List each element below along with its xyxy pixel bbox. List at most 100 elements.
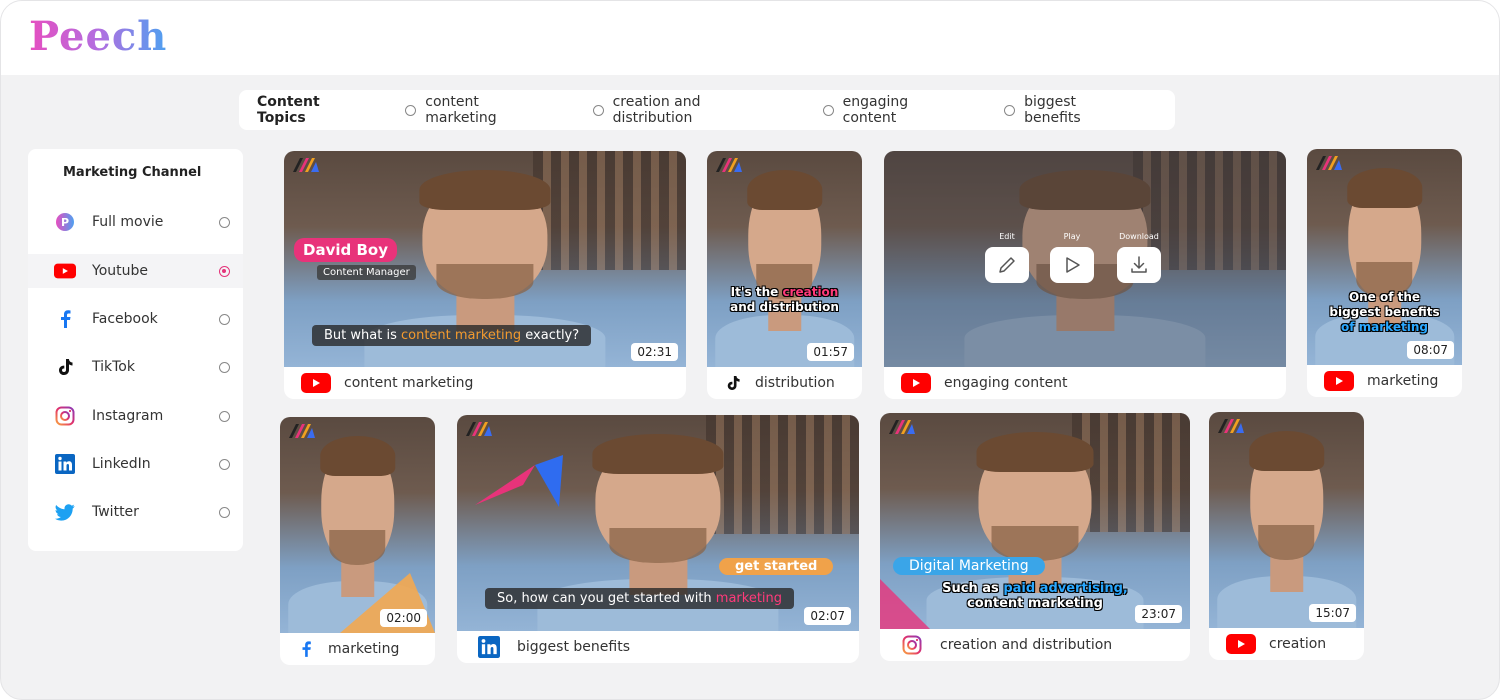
video-footer: marketing <box>280 633 435 665</box>
topic-label: biggest benefits <box>1024 94 1081 126</box>
topic-biggest-benefits[interactable]: biggest benefits <box>1004 94 1137 126</box>
youtube-icon <box>900 373 932 393</box>
download-icon <box>1131 256 1147 273</box>
twitter-icon <box>54 501 76 523</box>
peech-logo[interactable]: Peech <box>29 13 167 60</box>
video-footer: engaging content <box>884 367 1286 399</box>
video-caption: It's the creation and distribution <box>730 285 839 314</box>
topic-content-marketing[interactable]: content marketing <box>405 94 554 126</box>
radio-icon[interactable] <box>1004 104 1016 116</box>
content-topics-title: Content Topics <box>257 94 320 126</box>
channel-item-twitter[interactable]: Twitter <box>28 495 243 529</box>
speaker-image <box>1216 429 1357 628</box>
tiktok-icon <box>54 356 76 378</box>
radio-icon[interactable] <box>219 458 230 470</box>
video-title: marketing <box>328 641 400 657</box>
video-thumbnail[interactable]: get started So, how can you get started … <box>457 415 859 631</box>
video-thumbnail[interactable]: One of the biggest benefits of marketing 0… <box>1307 149 1462 365</box>
video-card[interactable]: David Boy Content Manager But what is co… <box>284 151 686 399</box>
video-thumbnail[interactable]: 15:07 <box>1209 412 1364 628</box>
download-button[interactable] <box>1117 247 1161 283</box>
topic-label: content marketing <box>425 94 497 126</box>
edit-action[interactable]: Edit <box>985 232 1029 283</box>
video-card[interactable]: 15:07 creation <box>1209 412 1364 660</box>
topic-tag: Digital Marketing <box>893 557 1045 575</box>
radio-icon[interactable] <box>592 104 604 116</box>
video-title: engaging content <box>944 375 1068 391</box>
radio-icon[interactable] <box>219 216 230 228</box>
video-duration: 23:07 <box>1135 605 1182 623</box>
video-thumbnail[interactable]: Digital Marketing Such as paid advertisi… <box>880 413 1190 629</box>
youtube-icon <box>54 260 76 282</box>
video-footer: creation <box>1209 628 1364 660</box>
video-caption: One of the biggest benefits of marketing <box>1329 290 1440 334</box>
radio-icon[interactable] <box>219 313 230 325</box>
content-topics-bar: Content Topics content marketing creatio… <box>239 90 1175 130</box>
video-duration: 01:57 <box>807 343 854 361</box>
facebook-icon <box>296 641 316 657</box>
play-button[interactable] <box>1050 247 1094 283</box>
play-action[interactable]: Play <box>1050 232 1094 283</box>
marketing-channel-sidebar: Marketing Channel P Full movie Youtube F… <box>28 149 243 551</box>
video-thumbnail[interactable]: Edit Play Download <box>884 151 1286 367</box>
sidebar-title: Marketing Channel <box>63 165 202 180</box>
topic-creation-and-distribution[interactable]: creation and distribution <box>592 94 785 126</box>
video-duration: 02:00 <box>380 609 427 627</box>
channel-item-linkedin[interactable]: LinkedIn <box>28 447 243 481</box>
video-card[interactable]: get started So, how can you get started … <box>457 415 859 663</box>
brand-mark-icon <box>716 158 742 172</box>
channel-label: Instagram <box>92 408 164 424</box>
radio-icon[interactable] <box>219 361 230 373</box>
channel-label: Facebook <box>92 311 158 327</box>
radio-icon[interactable] <box>219 506 230 518</box>
topic-label: creation and distribution <box>612 94 701 126</box>
top-bar: Peech <box>1 1 1499 75</box>
video-duration: 02:31 <box>631 343 678 361</box>
channel-item-facebook[interactable]: Facebook <box>28 302 243 336</box>
topic-label: engaging content <box>842 94 909 126</box>
video-footer: content marketing <box>284 367 686 399</box>
topic-engaging-content[interactable]: engaging content <box>822 94 966 126</box>
video-card[interactable]: One of the biggest benefits of marketing 0… <box>1307 149 1462 397</box>
topic-tag: get started <box>719 558 834 575</box>
download-action[interactable]: Download <box>1117 232 1161 283</box>
play-icon <box>1066 257 1080 273</box>
video-footer: biggest benefits <box>457 631 859 663</box>
svg-text:P: P <box>61 216 69 229</box>
video-thumbnail[interactable]: David Boy Content Manager But what is co… <box>284 151 686 367</box>
youtube-icon <box>1323 371 1355 391</box>
video-title: biggest benefits <box>517 639 630 655</box>
linkedin-icon <box>473 636 505 658</box>
video-footer: creation and distribution <box>880 629 1190 661</box>
name-tag: David Boy <box>294 238 397 262</box>
brand-mark-icon <box>1316 156 1342 170</box>
channel-label: LinkedIn <box>92 456 151 472</box>
channel-item-tiktok[interactable]: TikTok <box>28 350 243 384</box>
video-thumbnail[interactable]: 02:00 <box>280 417 435 633</box>
speaker-image <box>1314 166 1455 365</box>
tiktok-icon <box>723 375 743 391</box>
video-title: marketing <box>1367 373 1439 389</box>
video-card[interactable]: It's the creation and distribution 01:57 … <box>707 151 862 399</box>
video-title: creation <box>1269 636 1327 652</box>
radio-icon[interactable] <box>405 104 417 116</box>
youtube-icon <box>300 373 332 393</box>
channel-item-full-movie[interactable]: P Full movie <box>28 205 243 239</box>
radio-icon[interactable] <box>822 104 834 116</box>
video-footer: distribution <box>707 367 862 399</box>
video-card[interactable]: 02:00 marketing <box>280 417 435 665</box>
channel-item-youtube[interactable]: Youtube <box>28 254 243 288</box>
video-duration: 15:07 <box>1309 604 1356 622</box>
channel-label: Twitter <box>92 504 139 520</box>
video-card[interactable]: Digital Marketing Such as paid advertisi… <box>880 413 1190 661</box>
video-title: content marketing <box>344 375 474 391</box>
video-footer: marketing <box>1307 365 1462 397</box>
instagram-icon <box>54 405 76 427</box>
radio-icon[interactable] <box>219 410 230 422</box>
video-card-hovered[interactable]: Edit Play Download engaging content <box>884 151 1286 399</box>
radio-selected-icon[interactable] <box>219 265 230 277</box>
video-duration: 02:07 <box>804 607 851 625</box>
edit-button[interactable] <box>985 247 1029 283</box>
video-thumbnail[interactable]: It's the creation and distribution 01:57 <box>707 151 862 367</box>
channel-item-instagram[interactable]: Instagram <box>28 399 243 433</box>
